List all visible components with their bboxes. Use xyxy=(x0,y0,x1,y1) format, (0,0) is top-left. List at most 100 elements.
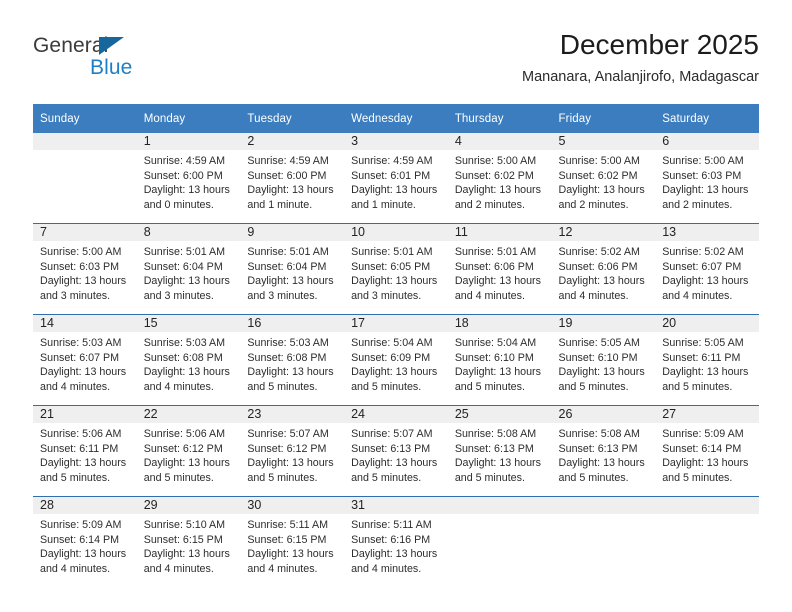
day-details: Sunrise: 5:03 AM Sunset: 6:08 PM Daylight:… xyxy=(137,332,241,394)
day-detail-line: Sunset: 6:04 PM xyxy=(247,260,327,273)
day-detail-line: Sunset: 6:15 PM xyxy=(247,533,327,546)
day-detail-line: Sunset: 6:00 PM xyxy=(143,169,223,182)
day-detail-line: and 4 minutes. xyxy=(143,562,214,575)
day-detail-line: Sunrise: 5:06 AM xyxy=(143,428,226,440)
calendar-day-cell[interactable]: 15 Sunrise: 5:03 AM Sunset: 6:08 PM Dayligh… xyxy=(136,314,241,406)
calendar-day-cell[interactable]: 18 Sunrise: 5:04 AM Sunset: 6:10 PM Dayligh… xyxy=(447,314,552,406)
day-details: Sunrise: 5:06 AM Sunset: 6:11 PM Daylight:… xyxy=(33,423,137,485)
day-details: Sunrise: 5:04 AM Sunset: 6:10 PM Daylight:… xyxy=(448,332,552,394)
day-number: 20 xyxy=(655,315,759,332)
calendar-day-cell[interactable]: 2 Sunrise: 4:59 AM Sunset: 6:00 PM Daylight… xyxy=(240,133,345,224)
day-number: 19 xyxy=(551,315,656,332)
day-detail-line: and 5 minutes. xyxy=(558,471,629,484)
calendar-day-cell[interactable]: 19 Sunrise: 5:05 AM Sunset: 6:10 PM Dayligh… xyxy=(551,314,656,406)
day-details: Sunrise: 5:05 AM Sunset: 6:10 PM Daylight:… xyxy=(552,332,656,394)
day-number: 28 xyxy=(33,497,137,514)
day-details: Sunrise: 5:01 AM Sunset: 6:04 PM Daylight:… xyxy=(240,241,344,303)
day-number: 30 xyxy=(240,497,345,514)
calendar-day-cell[interactable]: 29 Sunrise: 5:10 AM Sunset: 6:15 PM Dayligh… xyxy=(136,496,241,587)
calendar-day-cell[interactable]: 16 Sunrise: 5:03 AM Sunset: 6:08 PM Dayligh… xyxy=(240,314,345,406)
day-details xyxy=(655,514,759,518)
calendar-day-cell[interactable]: 4 Sunrise: 5:00 AM Sunset: 6:02 PM Daylight… xyxy=(447,133,552,224)
day-detail-line: Sunrise: 5:03 AM xyxy=(143,337,226,349)
day-number: 8 xyxy=(136,224,241,241)
day-detail-line: Sunrise: 5:01 AM xyxy=(247,246,329,258)
calendar-day-cell[interactable]: 7 Sunrise: 5:00 AM Sunset: 6:03 PM Daylight… xyxy=(33,223,137,315)
calendar-page: General Blue December 2025 Mananara, Ana… xyxy=(0,0,792,612)
day-detail-line: and 5 minutes. xyxy=(662,471,733,484)
day-details: Sunrise: 5:02 AM Sunset: 6:06 PM Daylight:… xyxy=(552,241,656,303)
day-number xyxy=(655,497,759,514)
day-detail-line: Daylight: 13 hours xyxy=(247,457,334,470)
day-detail-line: Sunrise: 5:07 AM xyxy=(351,428,433,440)
calendar-day-cell[interactable]: 25 Sunrise: 5:08 AM Sunset: 6:13 PM Dayligh… xyxy=(447,405,552,497)
general-blue-logo[interactable]: General Blue xyxy=(33,34,203,90)
calendar-day-cell[interactable]: 13 Sunrise: 5:02 AM Sunset: 6:07 PM Dayligh… xyxy=(655,223,759,315)
day-detail-line: and 5 minutes. xyxy=(454,471,525,484)
day-details: Sunrise: 5:07 AM Sunset: 6:13 PM Daylight:… xyxy=(344,423,448,485)
day-detail-line: Daylight: 13 hours xyxy=(558,366,645,379)
day-detail-line: and 4 minutes. xyxy=(558,289,629,302)
day-detail-line: Sunrise: 5:02 AM xyxy=(662,246,744,258)
calendar-day-cell[interactable]: 3 Sunrise: 4:59 AM Sunset: 6:01 PM Daylight… xyxy=(344,133,448,224)
day-number: 17 xyxy=(344,315,448,332)
location-subtitle: Mananara, Analanjirofo, Madagascar xyxy=(522,69,759,85)
day-detail-line: Sunset: 6:07 PM xyxy=(662,260,742,273)
day-detail-line: Daylight: 13 hours xyxy=(558,457,645,470)
day-details xyxy=(448,514,552,518)
day-details xyxy=(552,514,656,518)
calendar-day-cell[interactable]: 23 Sunrise: 5:07 AM Sunset: 6:12 PM Dayligh… xyxy=(240,405,345,497)
day-number: 11 xyxy=(447,224,552,241)
day-detail-line: Sunset: 6:15 PM xyxy=(143,533,223,546)
calendar-day-cell[interactable]: 28 Sunrise: 5:09 AM Sunset: 6:14 PM Dayligh… xyxy=(33,496,137,587)
day-number: 24 xyxy=(344,406,448,423)
calendar-day-cell[interactable]: 27 Sunrise: 5:09 AM Sunset: 6:14 PM Dayligh… xyxy=(655,405,759,497)
calendar-day-cell[interactable]: 26 Sunrise: 5:08 AM Sunset: 6:13 PM Dayligh… xyxy=(551,405,656,497)
calendar-day-cell[interactable]: 31 Sunrise: 5:11 AM Sunset: 6:16 PM Dayligh… xyxy=(344,496,448,587)
calendar-day-cell[interactable]: 20 Sunrise: 5:05 AM Sunset: 6:11 PM Dayligh… xyxy=(655,314,759,406)
weekday-header-thursday: Thursday xyxy=(447,104,552,133)
calendar-day-cell[interactable]: 5 Sunrise: 5:00 AM Sunset: 6:02 PM Daylight… xyxy=(551,133,656,224)
calendar-day-cell[interactable]: 17 Sunrise: 5:04 AM Sunset: 6:09 PM Dayligh… xyxy=(344,314,448,406)
calendar-day-cell-empty xyxy=(551,496,656,587)
calendar-day-cell[interactable]: 22 Sunrise: 5:06 AM Sunset: 6:12 PM Dayligh… xyxy=(136,405,241,497)
logo-triangle-icon xyxy=(99,37,124,55)
calendar-day-cell[interactable]: 12 Sunrise: 5:02 AM Sunset: 6:06 PM Dayligh… xyxy=(551,223,656,315)
day-detail-line: Daylight: 13 hours xyxy=(247,184,334,197)
calendar-day-cell[interactable]: 14 Sunrise: 5:03 AM Sunset: 6:07 PM Dayligh… xyxy=(33,314,137,406)
day-details: Sunrise: 5:01 AM Sunset: 6:04 PM Daylight:… xyxy=(137,241,241,303)
day-number: 7 xyxy=(33,224,137,241)
calendar-day-cell[interactable]: 30 Sunrise: 5:11 AM Sunset: 6:15 PM Dayligh… xyxy=(240,496,345,587)
day-detail-line: Sunrise: 5:09 AM xyxy=(40,519,122,531)
calendar-week-row: 7 Sunrise: 5:00 AM Sunset: 6:03 PM Daylight… xyxy=(33,223,759,315)
day-detail-line: Daylight: 13 hours xyxy=(247,366,334,379)
logo-text-general: General xyxy=(33,34,109,57)
calendar-day-cell[interactable]: 6 Sunrise: 5:00 AM Sunset: 6:03 PM Daylight… xyxy=(655,133,759,224)
day-details: Sunrise: 5:03 AM Sunset: 6:08 PM Daylight:… xyxy=(240,332,344,394)
day-detail-line: Daylight: 13 hours xyxy=(558,275,645,288)
day-detail-line: and 4 minutes. xyxy=(662,289,733,302)
day-number xyxy=(33,133,137,150)
day-details: Sunrise: 5:01 AM Sunset: 6:05 PM Daylight:… xyxy=(344,241,448,303)
day-details: Sunrise: 5:07 AM Sunset: 6:12 PM Daylight:… xyxy=(240,423,344,485)
calendar-day-cell[interactable]: 11 Sunrise: 5:01 AM Sunset: 6:06 PM Dayligh… xyxy=(447,223,552,315)
day-detail-line: Sunset: 6:12 PM xyxy=(247,442,327,455)
calendar-day-cell[interactable]: 24 Sunrise: 5:07 AM Sunset: 6:13 PM Dayligh… xyxy=(344,405,448,497)
calendar-day-cell[interactable]: 9 Sunrise: 5:01 AM Sunset: 6:04 PM Daylight… xyxy=(240,223,345,315)
calendar-day-cell[interactable]: 21 Sunrise: 5:06 AM Sunset: 6:11 PM Dayligh… xyxy=(33,405,137,497)
day-detail-line: Daylight: 13 hours xyxy=(351,275,438,288)
day-detail-line: Daylight: 13 hours xyxy=(40,275,127,288)
day-number: 31 xyxy=(344,497,448,514)
calendar-day-cell[interactable]: 10 Sunrise: 5:01 AM Sunset: 6:05 PM Dayligh… xyxy=(344,223,448,315)
day-detail-line: Daylight: 13 hours xyxy=(662,275,749,288)
day-details: Sunrise: 4:59 AM Sunset: 6:00 PM Daylight:… xyxy=(240,150,344,212)
calendar-day-cell[interactable]: 1 Sunrise: 4:59 AM Sunset: 6:00 PM Daylight… xyxy=(136,133,241,224)
day-detail-line: Daylight: 13 hours xyxy=(143,366,230,379)
day-detail-line: and 4 minutes. xyxy=(351,562,422,575)
day-detail-line: Daylight: 13 hours xyxy=(40,457,127,470)
calendar-day-cell-empty xyxy=(655,496,759,587)
day-detail-line: and 3 minutes. xyxy=(247,289,318,302)
day-number: 25 xyxy=(447,406,552,423)
calendar-day-cell[interactable]: 8 Sunrise: 5:01 AM Sunset: 6:04 PM Daylight… xyxy=(136,223,241,315)
day-detail-line: Sunset: 6:10 PM xyxy=(558,351,638,364)
